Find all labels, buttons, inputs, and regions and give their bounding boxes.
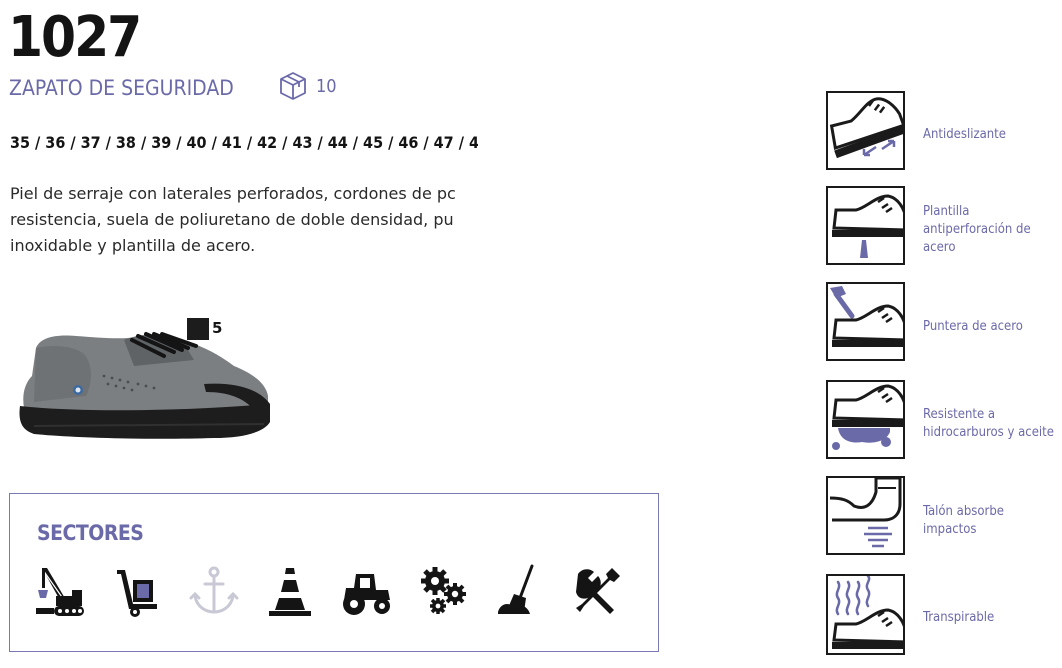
feature-label-line: impactos bbox=[923, 522, 977, 537]
gears-icon bbox=[421, 567, 466, 614]
feature-label-antislip: Antideslizante bbox=[923, 126, 1059, 144]
box-icon bbox=[280, 72, 306, 100]
oil-resistant-icon bbox=[832, 384, 903, 450]
shock-absorbing-heel-icon bbox=[829, 478, 902, 548]
feature-label-line: Plantilla bbox=[923, 204, 970, 219]
feature-label-breathable: Transpirable bbox=[923, 609, 1059, 627]
shoe-image bbox=[19, 332, 270, 439]
feature-label-steel-toe: Puntera de acero bbox=[923, 318, 1059, 336]
feature-shock-absorbing bbox=[826, 476, 905, 555]
tractor-icon bbox=[343, 574, 390, 615]
product-code: 1027 bbox=[8, 5, 142, 70]
sectors-panel: SECTORES bbox=[9, 493, 659, 652]
feature-label-line: Transpirable bbox=[923, 610, 995, 625]
color-count: 5 bbox=[212, 319, 223, 337]
anchor-icon bbox=[189, 566, 239, 614]
feature-label-line: Puntera de acero bbox=[923, 319, 1023, 334]
size-range: 35 / 36 / 37 / 38 / 39 / 40 / 41 / 42 / … bbox=[10, 133, 478, 152]
feature-label-line: hidrocarburos y aceite bbox=[923, 425, 1054, 440]
feature-label-line: Talón absorbe bbox=[923, 504, 1004, 519]
product-type: ZAPATO DE SEGURIDAD bbox=[9, 76, 234, 100]
wrench-screwdriver-icon bbox=[576, 568, 620, 614]
color-swatch bbox=[187, 318, 209, 340]
hand-truck-icon bbox=[117, 570, 157, 617]
description-line: Piel de serraje con laterales perforados… bbox=[10, 184, 456, 203]
traffic-cone-icon bbox=[269, 568, 311, 616]
feature-label-oil-resistant: Resistente a hidrocarburos y aceite bbox=[923, 406, 1059, 442]
product-description: Piel de serraje con laterales perforados… bbox=[10, 181, 467, 259]
description-line: inoxidable y plantilla de acero. bbox=[10, 236, 256, 255]
feature-breathable bbox=[826, 574, 905, 655]
description-line: resistencia, suela de poliuretano de dob… bbox=[10, 210, 454, 229]
feature-label-line: acero bbox=[923, 240, 956, 255]
antislip-icon bbox=[829, 97, 903, 159]
feature-label-line: Antideslizante bbox=[923, 127, 1006, 142]
pack-quantity: 10 bbox=[316, 76, 337, 97]
feature-steel-toe bbox=[826, 282, 905, 361]
feature-label-antiperforation: Plantilla antiperforación de acero bbox=[923, 203, 1059, 257]
feature-antislip bbox=[826, 91, 905, 170]
broom-icon bbox=[498, 564, 534, 614]
sectors-title: SECTORES bbox=[37, 521, 144, 545]
crane-icon bbox=[36, 568, 84, 616]
steel-toe-icon bbox=[830, 286, 903, 347]
feature-label-shock-absorbing: Talón absorbe impactos bbox=[923, 503, 1059, 539]
feature-oil-resistant bbox=[826, 380, 905, 459]
antiperforation-insole-icon bbox=[832, 194, 903, 258]
feature-label-line: antiperforación de bbox=[923, 222, 1031, 237]
feature-label-line: Resistente a bbox=[923, 407, 996, 422]
feature-antiperforation bbox=[826, 186, 905, 265]
breathable-icon bbox=[832, 576, 903, 649]
